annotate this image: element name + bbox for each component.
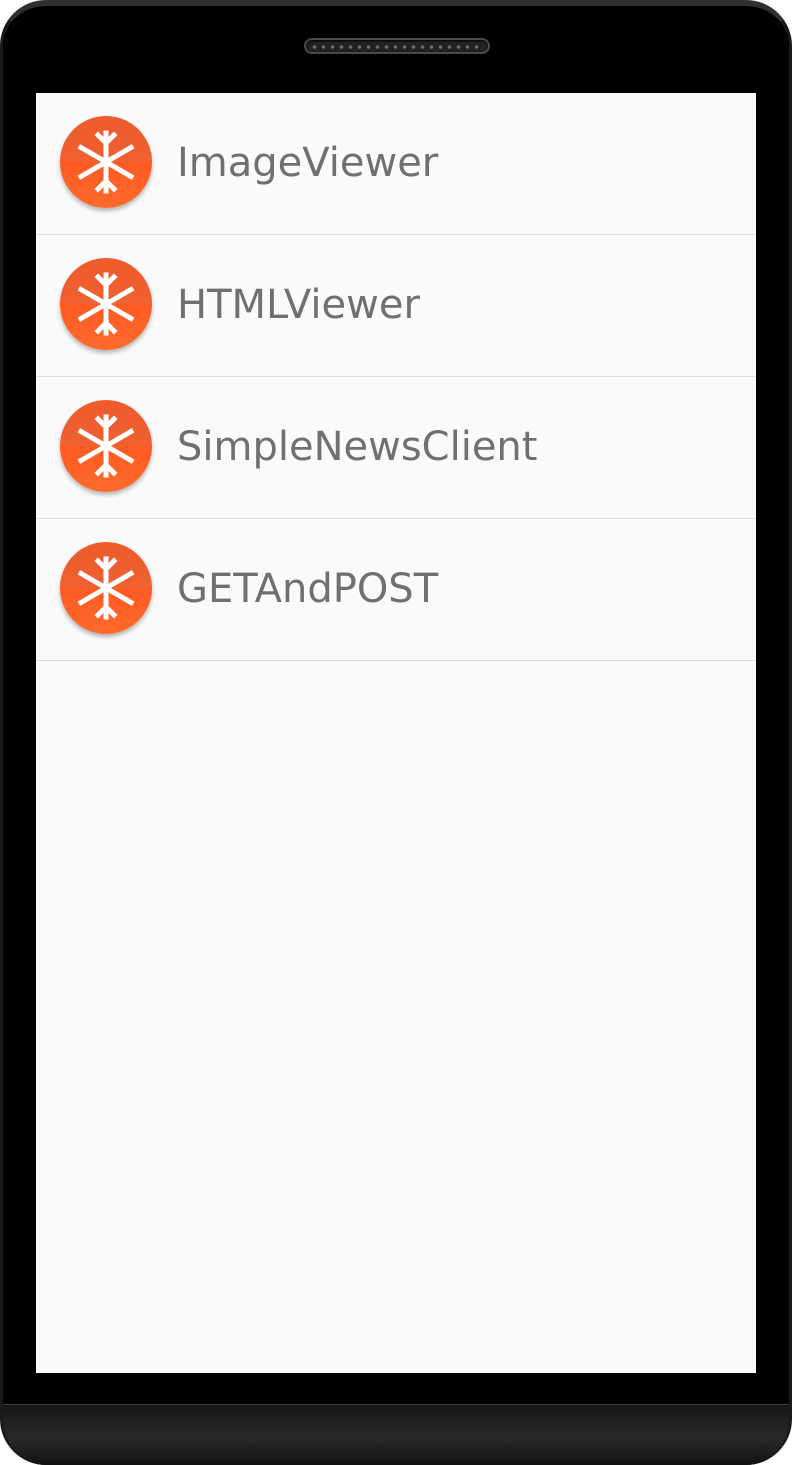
app-screen: ImageViewer HTMLViewer SimpleNewsClient … — [36, 93, 756, 1373]
speaker-grille — [304, 38, 490, 54]
device-bottom-bezel — [3, 1404, 789, 1465]
app-label: HTMLViewer — [177, 282, 420, 328]
app-label: GETAndPOST — [177, 566, 439, 612]
list-item-imageviewer[interactable]: ImageViewer — [36, 93, 756, 235]
snowflake-icon — [60, 400, 152, 492]
snowflake-icon — [60, 542, 152, 634]
app-list: ImageViewer HTMLViewer SimpleNewsClient … — [36, 93, 756, 661]
device-frame: ImageViewer HTMLViewer SimpleNewsClient … — [0, 0, 792, 1465]
snowflake-icon — [60, 116, 152, 208]
app-label: SimpleNewsClient — [177, 424, 538, 470]
list-item-htmlviewer[interactable]: HTMLViewer — [36, 235, 756, 377]
list-item-simplenewsclient[interactable]: SimpleNewsClient — [36, 377, 756, 519]
snowflake-icon — [60, 258, 152, 350]
list-item-getandpost[interactable]: GETAndPOST — [36, 519, 756, 661]
app-label: ImageViewer — [177, 140, 439, 186]
